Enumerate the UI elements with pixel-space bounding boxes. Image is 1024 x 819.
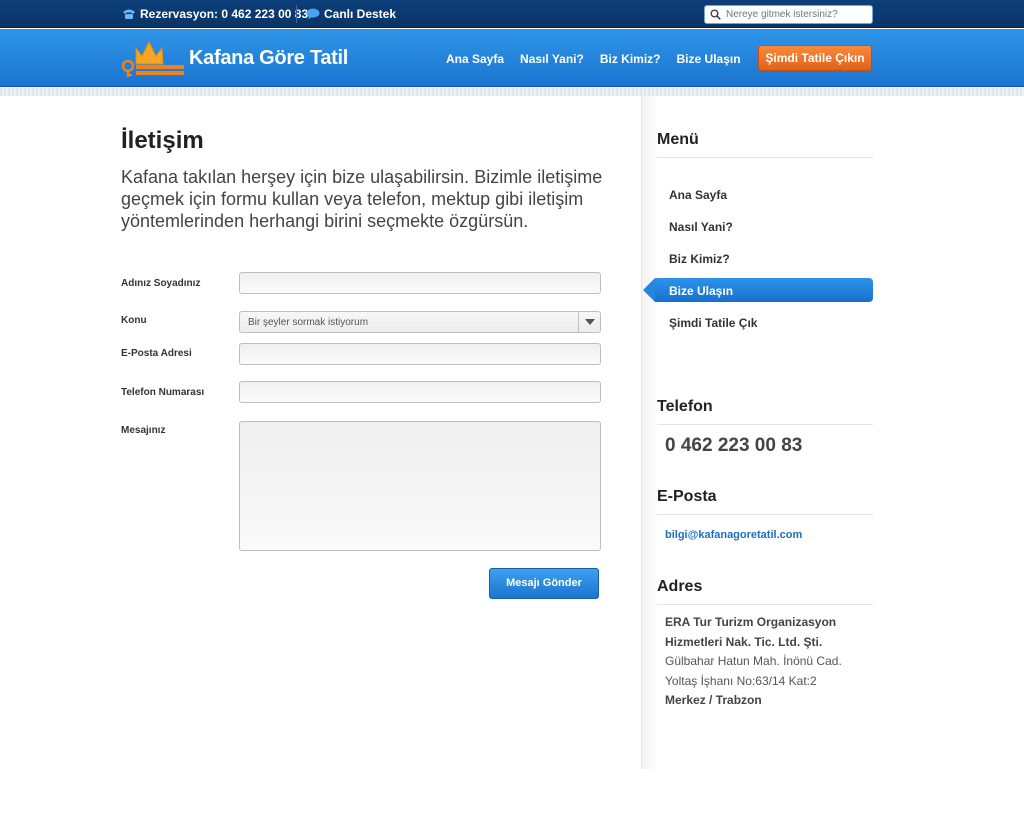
live-support-label: Canlı Destek (324, 7, 397, 21)
chat-bubble-icon (306, 8, 320, 20)
email-field[interactable] (239, 343, 601, 365)
sidebar-item-about[interactable]: Biz Kimiz? (669, 252, 730, 266)
topbar-divider (296, 5, 297, 23)
phone-title: Telefon (657, 398, 713, 415)
email-divider (657, 514, 873, 515)
email-link[interactable]: bilgi@kafanagoretatil.com (665, 529, 802, 541)
search-icon (710, 9, 721, 20)
brand-name: Kafana Göre Tatil (189, 46, 349, 69)
start-vacation-button[interactable]: Şimdi Tatile Çıkın (758, 45, 872, 71)
reservation-phone[interactable]: Rezervasyon: 0 462 223 00 83 (122, 7, 308, 21)
search-input[interactable] (726, 9, 866, 20)
top-bar: Rezervasyon: 0 462 223 00 83 Canlı Deste… (0, 0, 1024, 28)
phone-icon (123, 9, 135, 19)
sidebar-item-contact[interactable]: Bize Ulaşın (643, 278, 873, 302)
name-label: Adınız Soyadınız (121, 278, 201, 289)
menu-title: Menü (657, 131, 699, 148)
sidebar-item-how[interactable]: Nasıl Yani? (669, 220, 733, 234)
main-nav: Ana Sayfa Nasıl Yani? Biz Kimiz? Bize Ul… (446, 52, 757, 66)
email-label: E-Posta Adresi (121, 348, 192, 359)
message-textarea[interactable] (239, 421, 601, 551)
header: Kafana Göre Tatil Ana Sayfa Nasıl Yani? … (0, 29, 1024, 87)
subject-select[interactable]: Bir şeyler sormak istiyorum (239, 311, 601, 333)
reservation-label: Rezervasyon: 0 462 223 00 83 (140, 7, 309, 21)
nav-contact[interactable]: Bize Ulaşın (677, 52, 741, 66)
address-line: Merkez / Trabzon (665, 693, 762, 707)
name-field[interactable] (239, 272, 601, 294)
page-title: İletişim (121, 127, 204, 154)
search-box[interactable] (704, 5, 873, 24)
header-stripe (0, 88, 1024, 96)
address-line: Gülbahar Hatun Mah. İnönü Cad. (665, 654, 842, 668)
dropdown-arrow-icon (578, 312, 600, 332)
phone-divider (657, 424, 873, 425)
active-pointer (643, 278, 655, 302)
phone-field[interactable] (239, 381, 601, 403)
menu-divider (657, 157, 873, 158)
sidebar-item-contact-label: Bize Ulaşın (669, 284, 734, 298)
address-line: Hizmetleri Nak. Tic. Ltd. Şti. (665, 635, 823, 649)
crown-logo-icon (122, 40, 184, 77)
address-line: Yoltaş İşhanı No:63/14 Kat:2 (665, 674, 817, 688)
sidebar-item-start[interactable]: Şimdi Tatile Çık (669, 316, 757, 330)
phone-label: Telefon Numarası (121, 387, 205, 398)
email-title: E-Posta (657, 488, 717, 505)
nav-home[interactable]: Ana Sayfa (446, 52, 504, 66)
address-title: Adres (657, 578, 703, 595)
site-logo[interactable]: Kafana Göre Tatil (122, 38, 348, 78)
address-divider (657, 604, 873, 605)
subject-label: Konu (121, 315, 147, 326)
nav-how[interactable]: Nasıl Yani? (520, 52, 584, 66)
address-line: ERA Tur Turizm Organizasyon (665, 615, 837, 629)
sidebar-item-home[interactable]: Ana Sayfa (669, 188, 727, 202)
message-label: Mesajınız (121, 425, 166, 436)
phone-number: 0 462 223 00 83 (665, 435, 803, 456)
subject-value: Bir şeyler sormak istiyorum (248, 317, 369, 328)
nav-about[interactable]: Biz Kimiz? (600, 52, 661, 66)
intro-text: Kafana takılan herşey için bize ulaşabil… (121, 167, 603, 231)
live-support-link[interactable]: Canlı Destek (306, 7, 396, 21)
send-message-button[interactable]: Mesajı Gönder (489, 568, 599, 599)
